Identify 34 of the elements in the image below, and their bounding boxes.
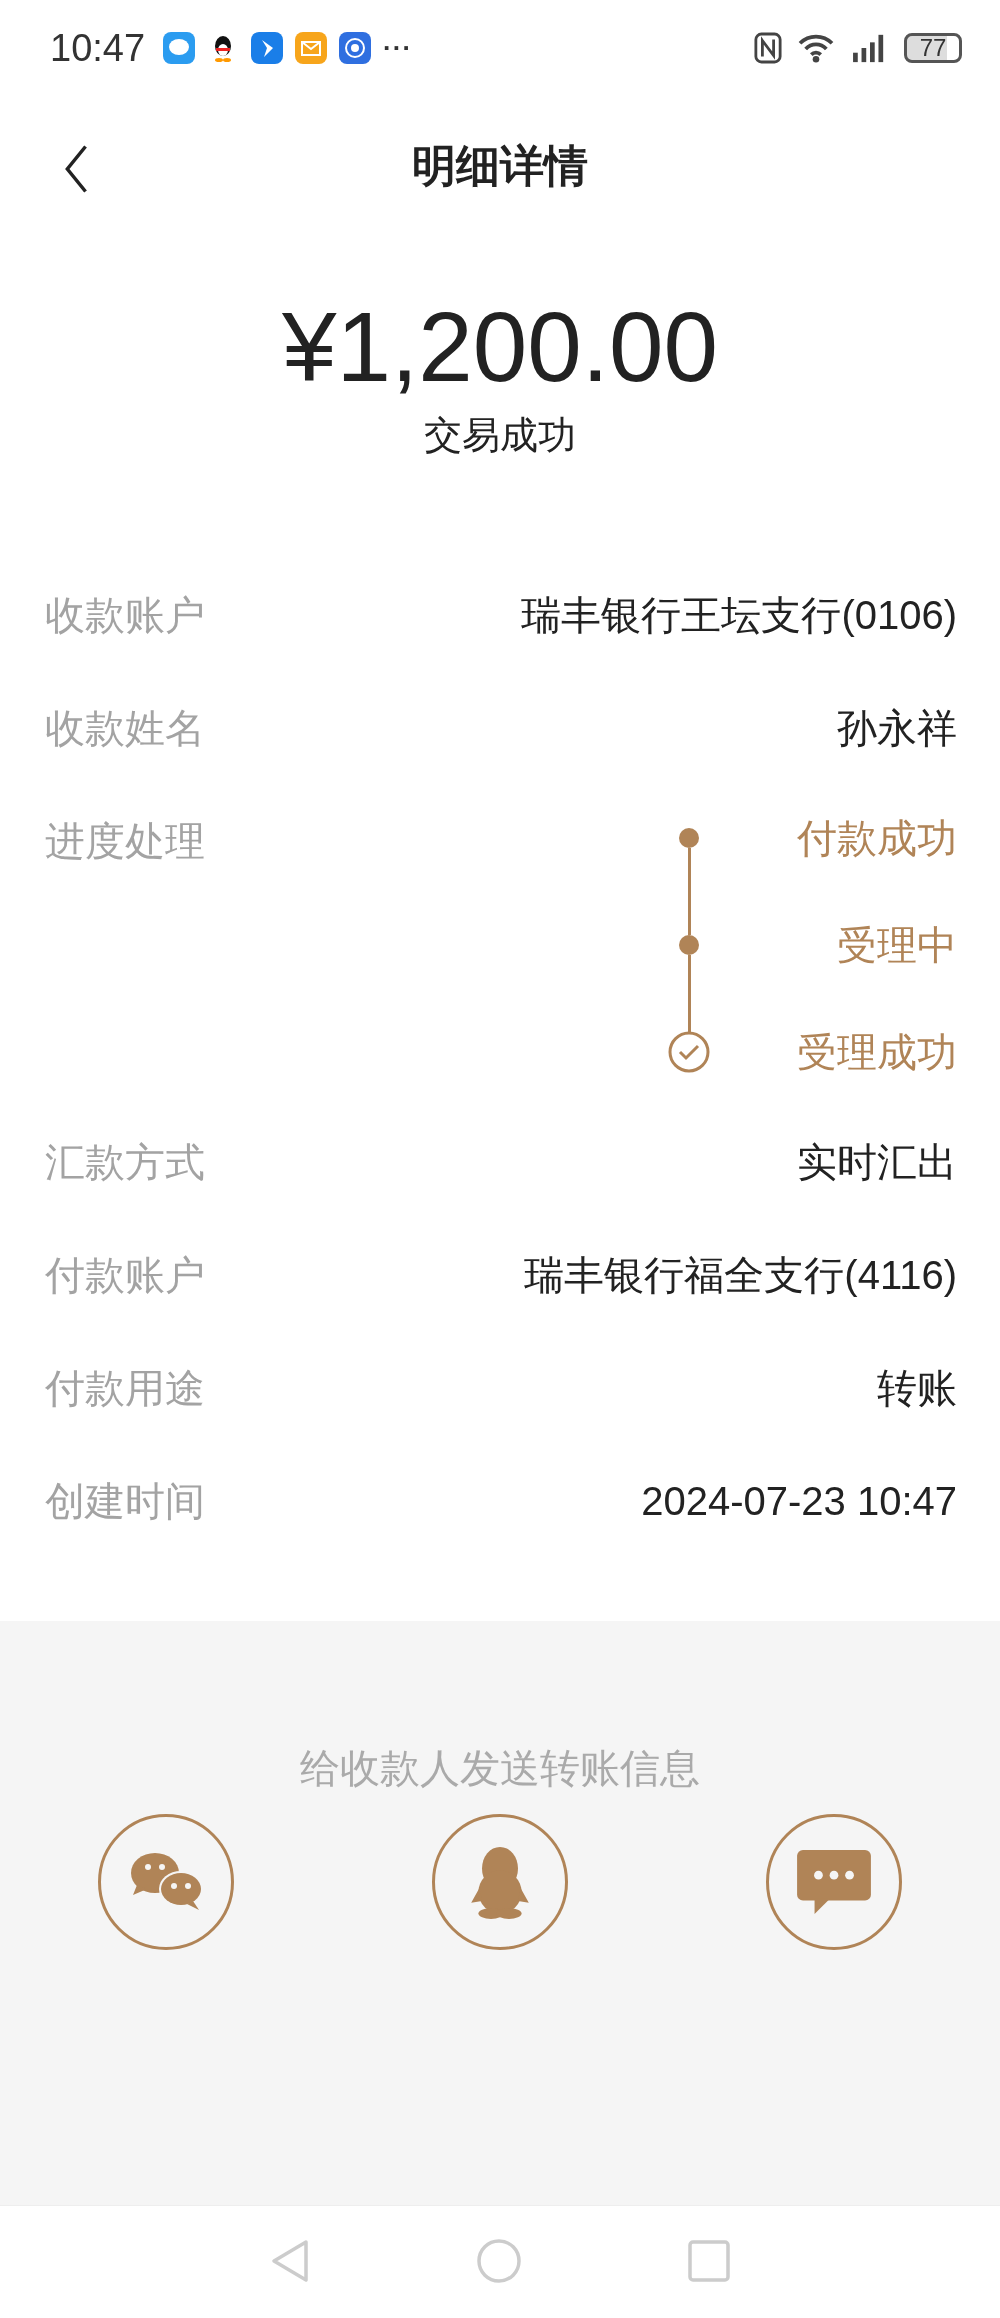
transaction-status: 交易成功 (424, 412, 576, 458)
detail-value: 2024-07-23 10:47 (641, 1478, 957, 1525)
progress-step: 受理成功 (770, 1025, 957, 1080)
page-title: 明细详情 (412, 139, 588, 192)
detail-label: 收款姓名 (45, 705, 205, 752)
wechat-share-button[interactable] (98, 1814, 234, 1950)
qq-share-button[interactable] (432, 1814, 568, 1950)
wifi-icon (796, 32, 836, 64)
detail-label: 收款账户 (45, 592, 205, 639)
more-notifications-icon: ··· (383, 32, 413, 64)
detail-label: 付款用途 (45, 1365, 205, 1412)
progress-step: 付款成功 (770, 811, 957, 866)
detail-value: 转账 (877, 1365, 957, 1412)
progress-step: 受理中 (770, 918, 957, 973)
detail-value: 瑞丰银行福全支行(4116) (524, 1252, 957, 1299)
app-icon (339, 32, 372, 64)
chat-bubble-icon (163, 32, 196, 64)
detail-label: 付款账户 (45, 1252, 205, 1299)
message-icon (795, 1848, 873, 1916)
detail-value: 实时汇出 (797, 1139, 957, 1186)
amount: ¥1,200.00 (282, 294, 718, 402)
detail-label: 进度处理 (45, 818, 205, 865)
detail-value: 瑞丰银行王坛支行(0106) (521, 592, 957, 639)
detail-label: 创建时间 (45, 1478, 205, 1525)
share-prompt: 给收款人发送转账信息 (300, 1745, 700, 1792)
detail-value: 孙永祥 (837, 705, 957, 752)
detail-label: 汇款方式 (45, 1139, 205, 1186)
battery-level: 77 (904, 33, 962, 63)
clock-time: 10:47 (50, 26, 146, 70)
mail-icon (295, 32, 328, 64)
app-icon (251, 32, 284, 64)
message-share-button[interactable] (766, 1814, 902, 1950)
recents-nav-button[interactable] (688, 2239, 730, 2285)
nfc-icon (754, 32, 782, 64)
